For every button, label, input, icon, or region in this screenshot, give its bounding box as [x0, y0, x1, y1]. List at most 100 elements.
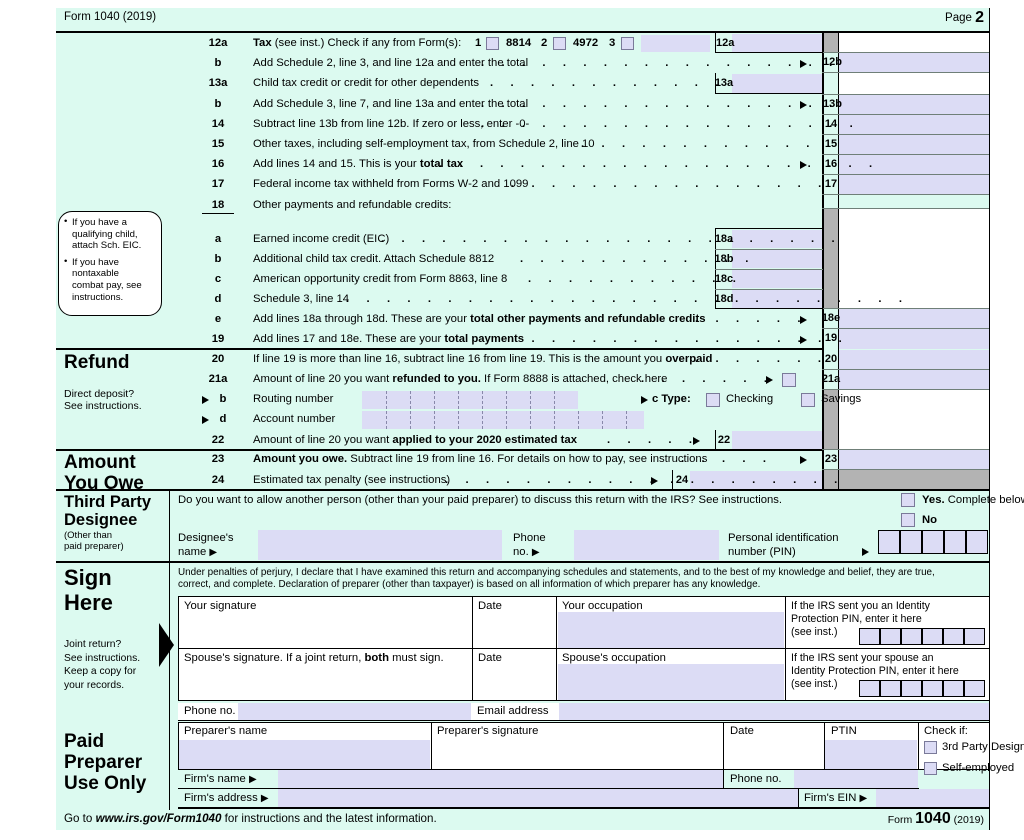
- ip-pin-spouse-cell-5[interactable]: [943, 680, 964, 697]
- callout-b1-l1: If you have a: [72, 217, 127, 228]
- checkbox-designee-no[interactable]: [901, 513, 915, 527]
- checkbox-checking[interactable]: [706, 393, 720, 407]
- your-signature-input[interactable]: [179, 615, 471, 648]
- amount-field-14[interactable]: [839, 115, 990, 135]
- preparer-name-label: Preparer's name: [184, 725, 268, 737]
- your-signature-date-input[interactable]: [474, 615, 555, 648]
- inner-rule-18a-b: [715, 249, 823, 250]
- amount-field-19[interactable]: [839, 329, 990, 349]
- ip-pin-you-cell-1[interactable]: [859, 628, 880, 645]
- ip-pin-spouse-cell-4[interactable]: [922, 680, 943, 697]
- arrow-23: [800, 456, 807, 464]
- designee-name-input[interactable]: [258, 530, 502, 560]
- amount-field-18e[interactable]: [839, 309, 990, 329]
- line-no-12b: b: [214, 57, 222, 69]
- amount-field-12b[interactable]: [839, 53, 990, 73]
- other-form-input[interactable]: [641, 35, 710, 52]
- preparer-check-if-label: Check if:: [924, 725, 968, 737]
- sign-section-rule: [56, 561, 990, 563]
- checkbox-form-4972[interactable]: [553, 37, 566, 50]
- ip-pin-spouse-cell-1[interactable]: [859, 680, 880, 697]
- ip-pin-you-cell-6[interactable]: [964, 628, 985, 645]
- firm-address-input[interactable]: [278, 789, 798, 807]
- amount-field-13b[interactable]: [839, 95, 990, 115]
- spouse-signature-input[interactable]: [179, 667, 471, 700]
- designee-pin-cell-1[interactable]: [878, 530, 900, 554]
- routing-number-input[interactable]: [362, 391, 578, 409]
- dots-24: . . . . . . . . . . . . . . . . . . . .: [445, 474, 845, 486]
- preparer-grid-v4: [918, 722, 920, 770]
- preparer-signature-label: Preparer's signature: [437, 725, 539, 737]
- checkbox-form-8888[interactable]: [782, 373, 796, 387]
- spouse-signature-date-input[interactable]: [474, 667, 555, 700]
- preparer-name-input[interactable]: [179, 740, 430, 769]
- arrow-routing: [202, 396, 209, 404]
- checkbox-3rd-party-designee[interactable]: [924, 741, 937, 754]
- ip-pin-you-cell-5[interactable]: [943, 628, 964, 645]
- ip-pin-spouse-cell-2[interactable]: [880, 680, 901, 697]
- spouse-occupation-input[interactable]: [558, 664, 784, 700]
- inner-field-12a[interactable]: [732, 34, 822, 52]
- checkbox-designee-yes[interactable]: [901, 493, 915, 507]
- ip-pin-spouse-cell-3[interactable]: [901, 680, 922, 697]
- inner-field-18c[interactable]: [732, 270, 822, 288]
- inner-rule-18-top: [715, 228, 823, 230]
- preparer-ptin-input[interactable]: [825, 740, 917, 769]
- footer-form-number: 1040: [915, 810, 951, 827]
- designee-phone-input[interactable]: [574, 530, 719, 560]
- line-text-16: Add lines 14 and 15. This is your total …: [253, 158, 463, 170]
- checkbox-form-8814[interactable]: [486, 37, 499, 50]
- designee-pin-cell-2[interactable]: [900, 530, 922, 554]
- amount-field-20[interactable]: [839, 350, 990, 370]
- firm-name-input[interactable]: [278, 770, 723, 788]
- designee-yes-label: Yes. Complete below.: [922, 494, 1024, 506]
- eic-callout-bullet-2: • If you have nontaxable combat pay, see…: [64, 256, 160, 303]
- third-party-title: Third Party Designee: [64, 493, 151, 529]
- line-21a-rest: Amount of line 20 you want: [253, 373, 393, 385]
- amount-field-21a[interactable]: [839, 370, 990, 390]
- form-header-left: Form 1040 (2019): [64, 11, 157, 23]
- amount-field-23[interactable]: [839, 450, 990, 470]
- footer-url[interactable]: www.irs.gov/Form1040: [96, 812, 222, 825]
- spouse-signature-label: Spouse's signature. If a joint return, b…: [184, 652, 444, 664]
- ip-pin-you-cell-3[interactable]: [901, 628, 922, 645]
- dots-17: . . . . . . . . . . . . . . . .: [511, 178, 829, 190]
- checkbox-form-other[interactable]: [621, 37, 634, 50]
- dots-12b: . . . . . . . . . . . . . . . . . .: [481, 57, 840, 69]
- arrow-18e: [800, 316, 807, 324]
- designee-pin-cell-4[interactable]: [944, 530, 966, 554]
- ip-pin-spouse-cell-6[interactable]: [964, 680, 985, 697]
- firm-ein-input[interactable]: [876, 789, 990, 807]
- preparer-phone-input[interactable]: [794, 770, 918, 788]
- spouse-occupation-label: Spouse's occupation: [562, 652, 666, 664]
- checkbox-savings[interactable]: [801, 393, 815, 407]
- line-text-20: If line 19 is more than line 16, subtrac…: [253, 353, 712, 365]
- amount-field-15[interactable]: [839, 135, 990, 155]
- ip-pin-you-cell-4[interactable]: [922, 628, 943, 645]
- inner-box-22: 22: [717, 434, 731, 446]
- line-text-15: Other taxes, including self-employment t…: [253, 138, 595, 150]
- line-no-14: 14: [211, 118, 225, 130]
- designee-name-l1: Designee's: [178, 532, 234, 544]
- your-occupation-input[interactable]: [558, 612, 784, 648]
- inner-field-13a[interactable]: [732, 74, 822, 93]
- inner-box-12a: 12a: [716, 37, 735, 49]
- dots-13b: . . . . . . . . . . . . . . . . . .: [481, 98, 840, 110]
- sig-grid-v3: [785, 596, 787, 701]
- form-header-page: Page 2: [945, 9, 984, 27]
- refund-sub-l1: Direct deposit?: [64, 388, 135, 400]
- ip-pin-you-cell-2[interactable]: [880, 628, 901, 645]
- amount-field-17[interactable]: [839, 175, 990, 195]
- routing-sep-2: [410, 391, 411, 409]
- designee-pin-cell-3[interactable]: [922, 530, 944, 554]
- third-party-title-l1: Third Party: [64, 493, 152, 511]
- inner-rule-13a-bottom: [715, 93, 823, 95]
- designee-arrow-icon: ▶: [209, 547, 218, 558]
- line-no-23: 23: [211, 453, 225, 465]
- designee-pin-cell-5[interactable]: [966, 530, 988, 554]
- line-16-rest: Add lines 14 and 15. This is your: [253, 158, 420, 170]
- inner-field-22[interactable]: [732, 431, 822, 449]
- line-no-18c: c: [214, 273, 222, 285]
- checkbox-self-employed[interactable]: [924, 762, 937, 775]
- line-18-underline: [202, 213, 234, 215]
